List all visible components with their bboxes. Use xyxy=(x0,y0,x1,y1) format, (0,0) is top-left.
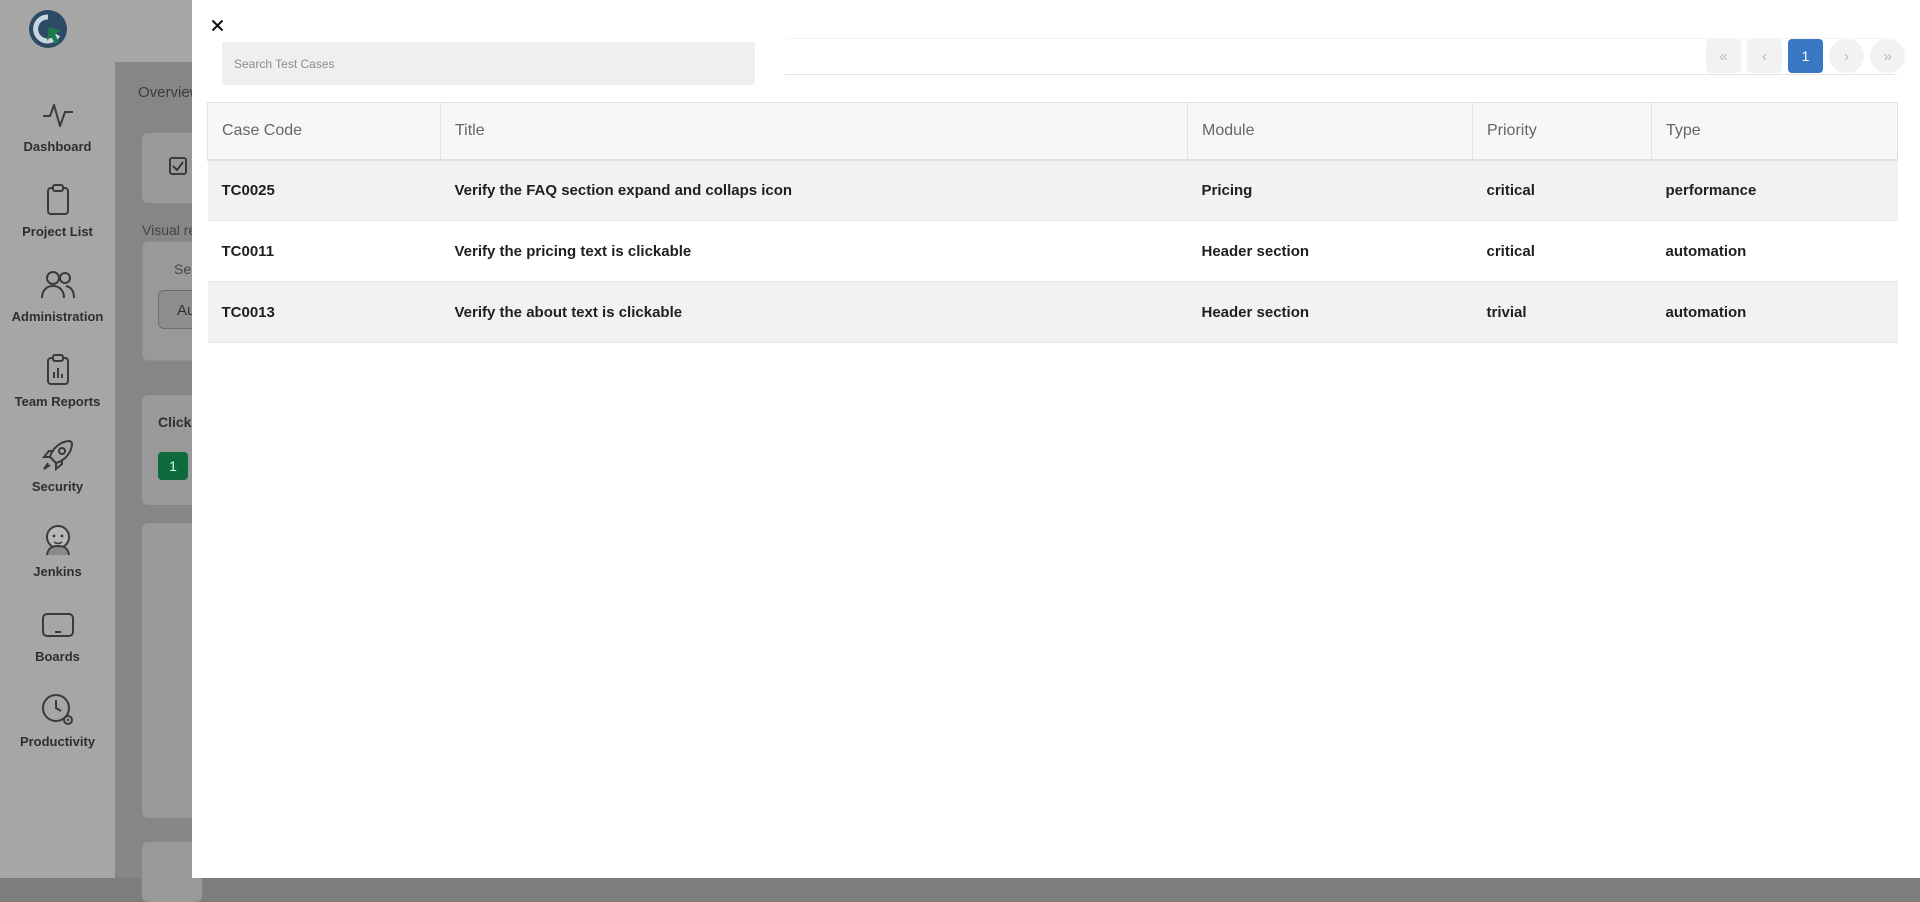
pagination: « ‹ 1 › » xyxy=(1706,39,1905,73)
visual-label: Visual re xyxy=(142,222,197,238)
table-header-row: Case Code Title Module Priority Type xyxy=(207,102,1898,161)
clock-gear-icon xyxy=(41,694,73,725)
sidebar-item-security[interactable]: Security xyxy=(0,437,115,507)
click-label: Click xyxy=(158,414,192,430)
sidebar-item-label: Security xyxy=(31,479,84,494)
priority-cell: critical xyxy=(1472,220,1652,282)
prev-page-button[interactable]: ‹ xyxy=(1747,39,1782,73)
select-label: Se xyxy=(174,261,192,277)
test-cases-drawer: « ‹ 1 › » Case Code Title Module Priorit… xyxy=(192,0,1920,878)
sidebar-item-boards[interactable]: Boards xyxy=(0,607,115,677)
sidebar-item-productivity[interactable]: Productivity xyxy=(0,692,115,762)
clipboard-icon xyxy=(46,184,69,215)
sidebar-item-dashboard[interactable]: Dashboard xyxy=(0,97,115,167)
close-icon xyxy=(211,19,223,31)
sidebar-item-administration[interactable]: Administration xyxy=(0,267,115,337)
column-header-case-code[interactable]: Case Code xyxy=(207,102,441,161)
sidebar-item-label: Productivity xyxy=(19,734,96,749)
sidebar-item-project-list[interactable]: Project List xyxy=(0,182,115,252)
module-cell: Header section xyxy=(1187,281,1473,343)
sidebar-item-label: Project List xyxy=(22,224,93,239)
sidebar-item-label: Dashboard xyxy=(23,139,92,154)
test-cases-table: Case Code Title Module Priority Type TC0… xyxy=(207,102,1898,343)
title-cell: Verify the pricing text is clickable xyxy=(440,220,1188,282)
sidebar-item-label: Team Reports xyxy=(14,394,101,409)
column-header-type[interactable]: Type xyxy=(1651,102,1898,161)
type-cell: performance xyxy=(1651,159,1898,221)
count-badge: 1 xyxy=(158,452,188,480)
table-row[interactable]: TC0011 Verify the pricing text is clicka… xyxy=(207,220,1898,282)
sidebar-item-label: Administration xyxy=(11,309,104,324)
case-code-cell: TC0025 xyxy=(207,159,441,221)
last-page-button[interactable]: » xyxy=(1870,39,1905,73)
users-icon xyxy=(40,271,75,299)
title-cell: Verify the about text is clickable xyxy=(440,281,1188,343)
title-cell: Verify the FAQ section expand and collap… xyxy=(440,159,1188,221)
case-code-cell: TC0013 xyxy=(207,281,441,343)
sidebar-item-jenkins[interactable]: Jenkins xyxy=(0,522,115,592)
checklist-icon xyxy=(169,157,187,175)
close-button[interactable] xyxy=(207,15,227,35)
jenkins-icon xyxy=(45,525,70,556)
sidebar-item-label: Boards xyxy=(35,649,80,664)
type-cell: automation xyxy=(1651,220,1898,282)
column-header-title[interactable]: Title xyxy=(440,102,1188,161)
first-page-button[interactable]: « xyxy=(1706,39,1741,73)
case-code-cell: TC0011 xyxy=(207,220,441,282)
clipboard-chart-icon xyxy=(46,354,69,385)
activity-icon xyxy=(42,104,73,127)
sidebar: Dashboard Project List Administration Te… xyxy=(0,0,115,878)
column-header-module[interactable]: Module xyxy=(1187,102,1473,161)
sidebar-item-team-reports[interactable]: Team Reports xyxy=(0,352,115,422)
module-cell: Pricing xyxy=(1187,159,1473,221)
column-header-priority[interactable]: Priority xyxy=(1472,102,1652,161)
table-row[interactable]: TC0013 Verify the about text is clickabl… xyxy=(207,281,1898,343)
module-cell: Header section xyxy=(1187,220,1473,282)
rocket-icon xyxy=(41,439,73,472)
search-test-cases-input[interactable] xyxy=(222,42,755,85)
next-page-button[interactable]: › xyxy=(1829,39,1864,73)
type-cell: automation xyxy=(1651,281,1898,343)
table-row[interactable]: TC0025 Verify the FAQ section expand and… xyxy=(207,159,1898,221)
sidebar-item-label: Jenkins xyxy=(33,564,82,579)
priority-cell: trivial xyxy=(1472,281,1652,343)
tablet-icon xyxy=(41,613,74,637)
priority-cell: critical xyxy=(1472,159,1652,221)
page-1-button[interactable]: 1 xyxy=(1788,39,1823,73)
app-logo xyxy=(29,10,67,48)
